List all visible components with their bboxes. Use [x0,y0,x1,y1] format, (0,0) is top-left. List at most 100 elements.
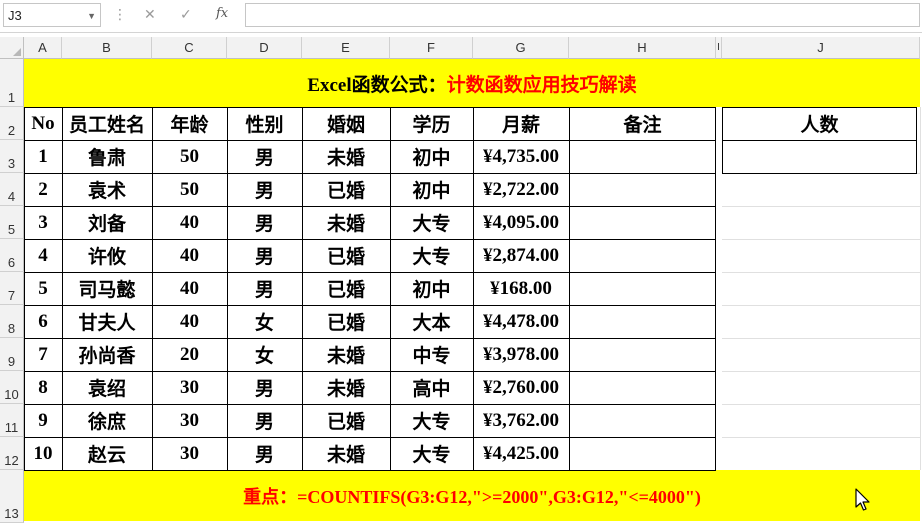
cell-remark[interactable] [569,206,716,239]
formula-note[interactable]: 重点：=COUNTIFS(G3:G12,">=2000",G3:G12,"<=4… [24,470,920,521]
col-header-a[interactable]: A [24,37,62,59]
cell-education[interactable]: 大专 [390,239,473,272]
cell-no[interactable]: 9 [24,404,62,437]
cell-gender[interactable]: 男 [227,239,302,272]
cell-remark[interactable] [569,305,716,338]
cell-marriage[interactable]: 已婚 [302,239,390,272]
header-education[interactable]: 学历 [390,107,473,140]
cell-salary[interactable]: ¥4,735.00 [473,140,569,173]
cell-salary[interactable]: ¥4,478.00 [473,305,569,338]
row-header-4[interactable]: 4 [0,173,24,206]
cell-name[interactable]: 刘备 [62,206,152,239]
cell-marriage[interactable]: 已婚 [302,404,390,437]
cell-gender[interactable]: 男 [227,437,302,470]
row-header-5[interactable]: 5 [0,206,24,239]
cell-name[interactable]: 甘夫人 [62,305,152,338]
cell-remark[interactable] [569,239,716,272]
row-header-3[interactable]: 3 [0,140,24,173]
row-header-2[interactable]: 2 [0,107,24,140]
cell-salary[interactable]: ¥168.00 [473,272,569,305]
header-gender[interactable]: 性别 [227,107,302,140]
cell-gender[interactable]: 男 [227,404,302,437]
cell-education[interactable]: 大本 [390,305,473,338]
cell-name[interactable]: 司马懿 [62,272,152,305]
cell-education[interactable]: 中专 [390,338,473,371]
cell-gender[interactable]: 男 [227,371,302,404]
row-header-7[interactable]: 7 [0,272,24,305]
col-header-c[interactable]: C [152,37,227,59]
cell-gender[interactable]: 男 [227,272,302,305]
cell-remark[interactable] [569,140,716,173]
cell-remark[interactable] [569,272,716,305]
cell-education[interactable]: 初中 [390,173,473,206]
cell-name[interactable]: 徐庶 [62,404,152,437]
cell-remark[interactable] [569,371,716,404]
cell-age[interactable]: 40 [152,206,227,239]
cell-marriage[interactable]: 未婚 [302,206,390,239]
cell-education[interactable]: 大专 [390,206,473,239]
cell-name[interactable]: 袁绍 [62,371,152,404]
cell-education[interactable]: 高中 [390,371,473,404]
formula-input[interactable] [245,3,920,27]
cell-age[interactable]: 50 [152,173,227,206]
insert-function-icon[interactable]: fx [216,6,228,21]
cell-education[interactable]: 初中 [390,140,473,173]
cell-name[interactable]: 赵云 [62,437,152,470]
cell-age[interactable]: 20 [152,338,227,371]
cell-age[interactable]: 50 [152,140,227,173]
cell-no[interactable]: 2 [24,173,62,206]
cell-remark[interactable] [569,173,716,206]
select-all-corner[interactable] [0,37,24,59]
cell-salary[interactable]: ¥4,425.00 [473,437,569,470]
cell-remark[interactable] [569,437,716,470]
cell-name[interactable]: 袁术 [62,173,152,206]
cell-salary[interactable]: ¥2,874.00 [473,239,569,272]
cell-marriage[interactable]: 未婚 [302,338,390,371]
cell-gender[interactable]: 女 [227,338,302,371]
cell-no[interactable]: 3 [24,206,62,239]
col-header-j[interactable]: J [722,37,920,59]
cell-no[interactable]: 1 [24,140,62,173]
cell-education[interactable]: 大专 [390,404,473,437]
name-box[interactable]: J3 ▼ [3,3,101,27]
cell-no[interactable]: 5 [24,272,62,305]
page-title[interactable]: Excel函数公式： 计数函数应用技巧解读 [24,59,920,107]
row-header-11[interactable]: 11 [0,404,24,437]
row-header-8[interactable]: 8 [0,305,24,338]
row-header-12[interactable]: 12 [0,437,24,470]
cell-salary[interactable]: ¥2,760.00 [473,371,569,404]
cell-age[interactable]: 40 [152,239,227,272]
cell-salary[interactable]: ¥3,978.00 [473,338,569,371]
cell-salary[interactable]: ¥2,722.00 [473,173,569,206]
row-header-9[interactable]: 9 [0,338,24,371]
col-header-d[interactable]: D [227,37,302,59]
cancel-icon[interactable]: ✕ [144,6,156,23]
cell-name[interactable]: 孙尚香 [62,338,152,371]
cell-no[interactable]: 4 [24,239,62,272]
row-header-1[interactable]: 1 [0,59,24,107]
more-options-icon[interactable]: ⋮ [113,6,127,23]
col-header-f[interactable]: F [390,37,473,59]
cell-gender[interactable]: 男 [227,206,302,239]
cell-marriage[interactable]: 已婚 [302,173,390,206]
cell-marriage[interactable]: 已婚 [302,305,390,338]
cell-gender[interactable]: 女 [227,305,302,338]
header-marriage[interactable]: 婚姻 [302,107,390,140]
header-count[interactable]: 人数 [722,107,917,140]
cell-age[interactable]: 30 [152,404,227,437]
col-header-g[interactable]: G [473,37,569,59]
cell-name[interactable]: 许攸 [62,239,152,272]
header-name[interactable]: 员工姓名 [62,107,152,140]
col-header-h[interactable]: H [569,37,716,59]
cell-marriage[interactable]: 未婚 [302,140,390,173]
header-remark[interactable]: 备注 [569,107,716,140]
cell-remark[interactable] [569,404,716,437]
cell-marriage[interactable]: 未婚 [302,371,390,404]
header-age[interactable]: 年龄 [152,107,227,140]
cell-age[interactable]: 40 [152,305,227,338]
row-header-10[interactable]: 10 [0,371,24,404]
cell-no[interactable]: 6 [24,305,62,338]
row-header-6[interactable]: 6 [0,239,24,272]
cell-no[interactable]: 8 [24,371,62,404]
cell-age[interactable]: 40 [152,272,227,305]
